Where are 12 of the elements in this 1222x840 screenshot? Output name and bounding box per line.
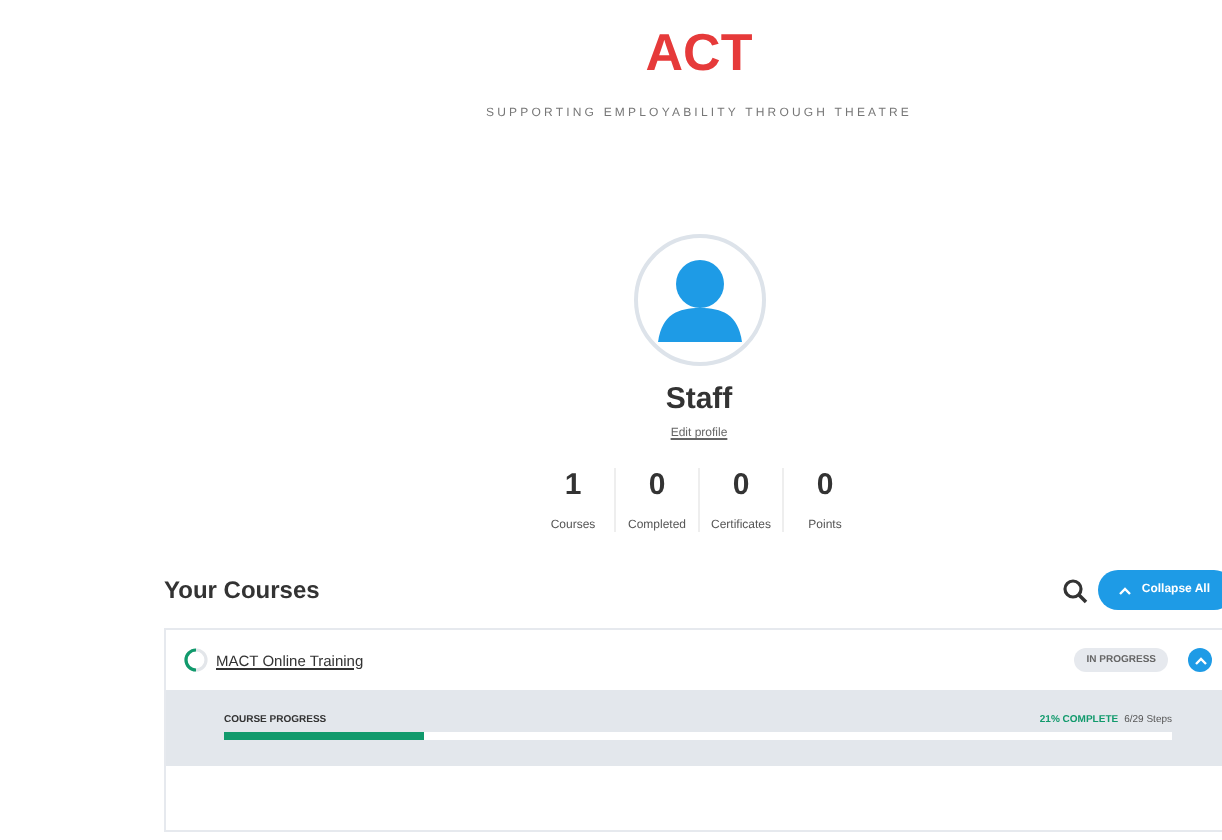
stat-value: 0 [648,468,666,504]
section-title: Your Courses [164,576,320,604]
stat-value: 1 [564,468,582,504]
caret-icon [1117,585,1132,595]
logo: ACT [645,24,753,80]
stat-value: 0 [732,468,750,504]
progress-ring-icon [184,648,208,672]
avatar-icon [633,234,765,366]
expand-toggle-button[interactable] [1188,648,1212,672]
profile-name: Staff [665,382,733,416]
stat-value: 0 [816,468,834,504]
search-icon[interactable] [1061,577,1088,603]
